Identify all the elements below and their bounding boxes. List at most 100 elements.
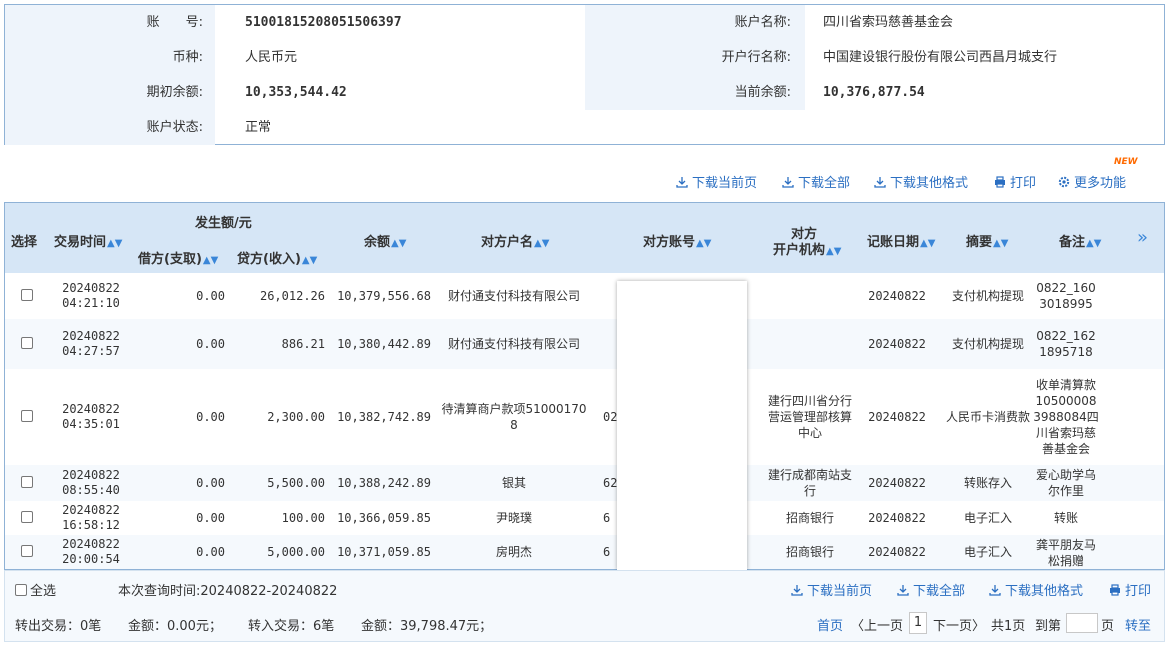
header-time[interactable]: 交易时间▲▼ [54,231,122,250]
page-unit-label: 页 [1101,619,1115,634]
header-account[interactable]: 对方账号▲▼ [643,231,711,250]
download-other-button[interactable]: 下载其他格式 [874,172,968,191]
cell-counterparty: 房明杰 [495,545,532,559]
cell-remark: 转账 [1053,511,1078,525]
account-no-value: 51001815208051506397 [245,15,402,30]
next-page-link[interactable]: 下一页〉 [933,615,985,634]
header-select: 选择 [11,235,38,250]
sort-icon: ▲▼ [534,238,550,249]
header-counterparty-label: 对方户名 [481,235,534,250]
table-row[interactable]: 20240822 04:21:10 0.00 26,012.26 10,379,556.… [5,273,1164,319]
cell-remark: 爱心助学乌尔作里 [1035,468,1096,498]
cell-credit: 5,500.00 [267,476,325,490]
download-all-label: 下载全部 [798,176,851,191]
total-pages: 共1页 [991,619,1026,634]
cell-remark: 收单清算款105000083988084四川省索玛慈善基金会 [1033,378,1099,456]
current-balance-value: 10,376,877.54 [823,85,925,100]
row-checkbox[interactable] [21,337,33,349]
cell-date: 20240822 [62,329,120,343]
new-badge: NEW [1114,157,1138,167]
download-icon [782,177,794,188]
header-summary[interactable]: 摘要▲▼ [966,231,1008,250]
cell-debit: 0.00 [196,289,225,303]
select-all-checkbox[interactable] [15,584,27,596]
cell-debit: 0.00 [196,337,225,351]
cell-debit: 0.00 [196,545,225,559]
info-row-status: 账户状态: 正常 [5,110,1164,145]
more-columns-icon[interactable]: » [1137,227,1148,248]
cell-summary: 转账存入 [963,476,1012,490]
in-count: 转入交易：6笔 [248,619,335,634]
cell-debit: 0.00 [196,511,225,525]
footer-download-page-button[interactable]: 下载当前页 [791,580,872,599]
download-page-button[interactable]: 下载当前页 [676,172,757,191]
cell-credit: 886.21 [281,337,325,351]
download-all-button[interactable]: 下载全部 [782,172,850,191]
download-icon [874,177,886,188]
row-checkbox[interactable] [21,545,33,557]
sort-icon: ▲▼ [107,238,123,249]
table-row[interactable]: 20240822 08:55:40 0.00 5,500.00 10,388,242.8… [5,465,1164,501]
footer-download-all-button[interactable]: 下载全部 [897,580,965,599]
table-row[interactable]: 20240822 20:00:54 0.00 5,000.00 10,371,059.8… [5,535,1164,569]
footer-download-page-label: 下载当前页 [807,584,873,599]
footer-download-all-label: 下载全部 [913,584,966,599]
table-row[interactable]: 20240822 04:27:57 0.00 886.21 10,380,442.89 财… [5,319,1164,369]
footer-print-button[interactable]: 打印 [1109,580,1151,599]
opening-balance-label: 期初余额: [5,75,215,110]
first-page-link[interactable]: 首页 [817,615,843,634]
cell-balance: 10,388,242.89 [337,476,431,490]
header-credit[interactable]: 贷方(收入)▲▼ [237,248,317,267]
header-balance[interactable]: 余额▲▼ [364,231,406,250]
row-checkbox[interactable] [21,289,33,301]
prev-page-link[interactable]: 〈上一页 [851,615,903,634]
cell-bank: 建行成都南站支行 [767,468,852,498]
more-functions-button[interactable]: 更多功能 [1058,172,1126,191]
download-icon [791,585,803,596]
print-button[interactable]: 打印 [994,172,1036,191]
cell-remark: 0822_1621895718 [1036,329,1096,359]
goto-button[interactable]: 转至 [1125,615,1151,634]
cell-post-date: 20240822 [868,511,926,525]
header-remark[interactable]: 备注▲▼ [1059,231,1101,250]
cell-summary: 人民币卡消费款 [945,410,1030,424]
header-counterparty[interactable]: 对方户名▲▼ [481,231,549,250]
table-row[interactable]: 20240822 04:35:01 0.00 2,300.00 10,382,742.8… [5,369,1164,465]
status-label: 账户状态: [5,110,215,145]
info-row-account: 账 号: 51001815208051506397 账户名称: 四川省索玛慈善基… [5,5,1164,40]
cell-credit: 5,000.00 [267,545,325,559]
row-checkbox[interactable] [21,410,33,422]
goto-label: 到第 [1035,619,1062,634]
cell-credit: 100.00 [281,511,325,525]
footer-download-other-button[interactable]: 下载其他格式 [989,580,1083,599]
cell-balance: 10,366,059.85 [337,511,431,525]
header-debit-label: 借方(支取) [138,252,202,267]
bank-label: 开户行名称: [585,40,805,75]
download-page-label: 下载当前页 [692,176,758,191]
table-row[interactable]: 20240822 16:58:12 0.00 100.00 10,366,059.85 尹… [5,501,1164,535]
cell-time: 04:27:57 [62,344,120,358]
cell-debit: 0.00 [196,410,225,424]
cell-time: 16:58:12 [62,518,120,532]
select-all[interactable]: 全选 [15,580,56,599]
header-debit[interactable]: 借方(支取)▲▼ [138,248,218,267]
header-post-date[interactable]: 记账日期▲▼ [867,231,935,250]
row-checkbox[interactable] [21,511,33,523]
header-remark-label: 备注 [1059,235,1086,250]
footer-download-other-label: 下载其他格式 [1005,584,1084,599]
printer-icon [995,176,1005,188]
cell-credit: 26,012.26 [259,289,325,303]
sort-icon: ▲▼ [993,238,1009,249]
header-post-date-label: 记账日期 [867,235,920,250]
cell-counterparty: 财付通支付科技有限公司 [447,337,580,351]
goto-page-input[interactable] [1066,613,1098,637]
cell-summary: 电子汇入 [963,511,1012,525]
cell-remark: 0822_1603018995 [1036,281,1096,311]
row-checkbox[interactable] [21,476,33,488]
header-bank[interactable]: 开户机构▲▼ [773,239,841,258]
transaction-table: 选择 交易时间▲▼ 发生额/元 借方(支取)▲▼ 贷方(收入)▲▼ 余额▲▼ 对… [4,202,1165,570]
more-functions-label: 更多功能 [1074,176,1127,191]
in-amount: 金额：39,798.47元； [361,619,493,634]
cell-time: 20:00:54 [62,552,120,566]
cell-time: 04:35:01 [62,417,120,431]
